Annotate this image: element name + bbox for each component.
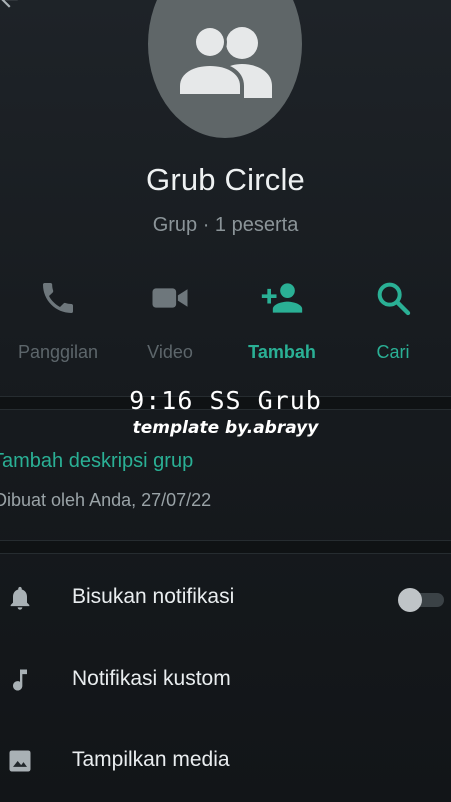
mute-notifications-row[interactable]: Bisukan notifikasi xyxy=(0,568,451,628)
add-description-link[interactable]: Tambah deskripsi grup xyxy=(0,450,193,473)
custom-notifications-label: Notifikasi kustom xyxy=(72,667,231,690)
group-info-screen: Grub Circle Grup · 1 peserta Panggilan V… xyxy=(0,0,451,802)
watermark-title: 9:16 SS Grub xyxy=(129,386,322,415)
call-label: Panggilan xyxy=(17,342,99,362)
show-media-row[interactable]: Tampilkan media xyxy=(0,731,451,791)
toggle-thumb xyxy=(398,588,422,612)
image-icon xyxy=(9,750,31,772)
group-name: Grub Circle xyxy=(146,162,305,197)
section-divider xyxy=(0,540,451,554)
add-member-label: Tambah xyxy=(248,342,316,362)
search-label: Cari xyxy=(376,342,410,362)
back-arrow-icon[interactable] xyxy=(0,0,22,12)
show-media-label: Tampilkan media xyxy=(72,748,230,771)
video-camera-icon xyxy=(152,288,188,308)
mute-notifications-label: Bisukan notifikasi xyxy=(72,585,235,608)
mute-notifications-toggle[interactable] xyxy=(398,588,444,612)
call-button[interactable]: Panggilan xyxy=(3,276,113,363)
group-subtitle: Grup · 1 peserta xyxy=(152,214,299,236)
search-button[interactable]: Cari xyxy=(338,276,448,363)
add-member-button[interactable]: Tambah xyxy=(227,276,337,363)
phone-icon xyxy=(43,283,73,313)
custom-notifications-row[interactable]: Notifikasi kustom xyxy=(0,650,451,710)
video-label: Video xyxy=(147,342,193,362)
watermark-subtitle: template by.abrayy xyxy=(132,418,319,438)
created-by-text: Dibuat oleh Anda, 27/07/22 xyxy=(0,490,212,510)
music-note-icon xyxy=(13,669,27,691)
search-icon xyxy=(377,282,411,316)
bell-icon xyxy=(10,586,30,610)
add-person-icon xyxy=(261,283,303,313)
video-button[interactable]: Video xyxy=(115,276,225,363)
group-people-icon xyxy=(176,25,272,98)
